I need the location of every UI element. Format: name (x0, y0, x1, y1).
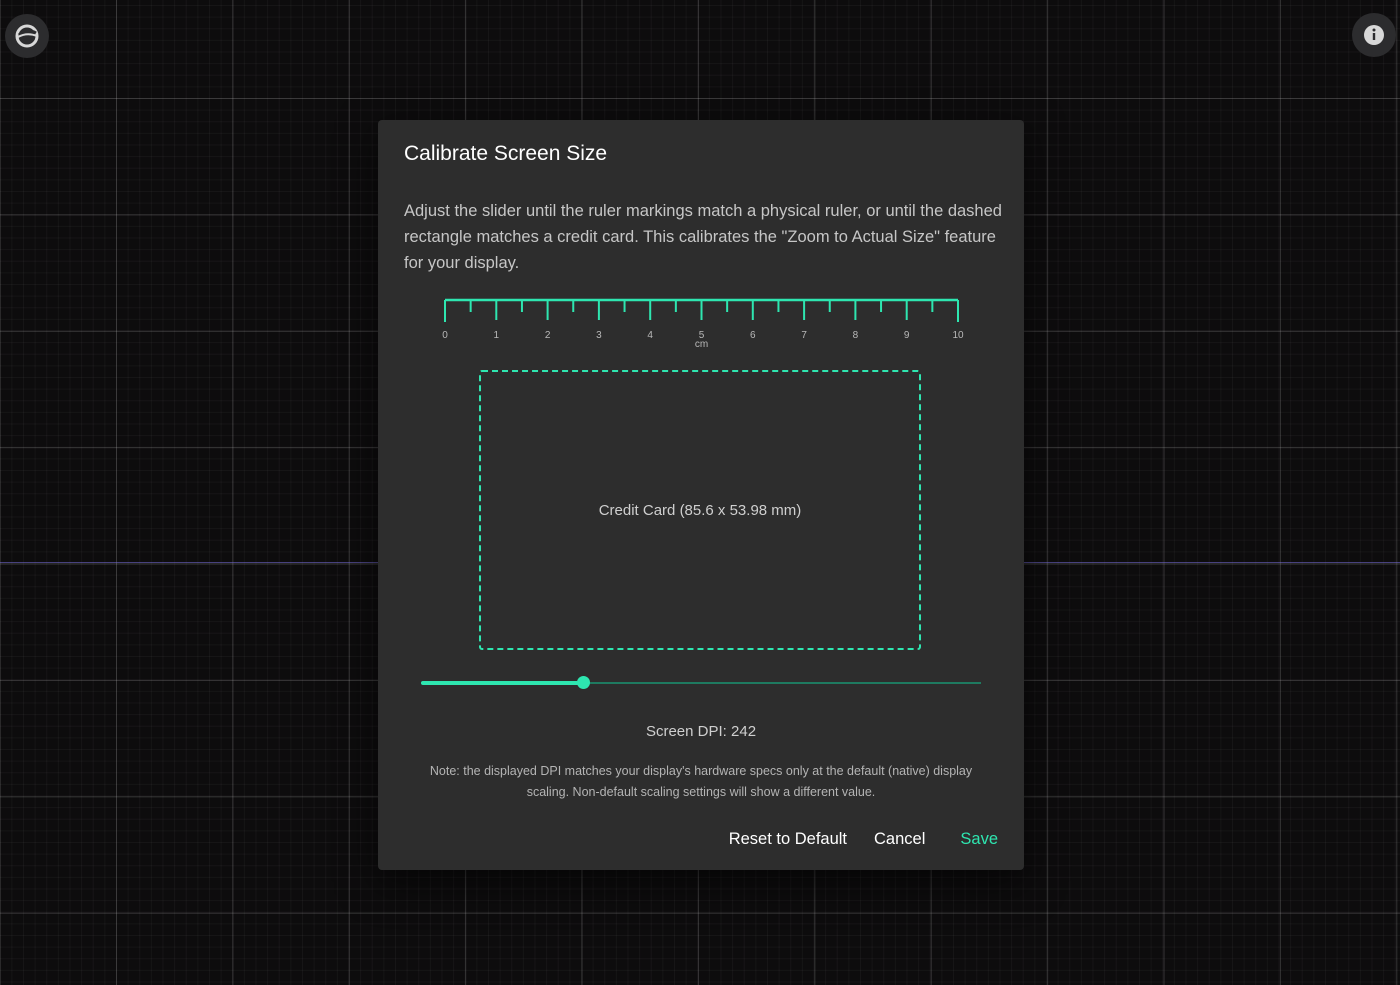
app-logo-button[interactable] (5, 14, 49, 58)
ruler-tick-label: 7 (801, 330, 807, 341)
ruler-tick-label: 6 (750, 330, 756, 341)
ruler-tick-label: 4 (647, 330, 653, 341)
ruler-tick-label: 0 (442, 330, 448, 341)
ruler-tick-label: 8 (853, 330, 859, 341)
ruler-tick-label: 9 (904, 330, 910, 341)
ruler: 0 1 2 3 4 5 6 7 8 9 10 cm (430, 295, 970, 355)
dialog-actions: Reset to Default Cancel Save (702, 830, 998, 849)
credit-card-label: Credit Card (85.6 x 53.98 mm) (598, 501, 802, 519)
dialog-title: Calibrate Screen Size (404, 142, 608, 165)
ruler-tick-label: 2 (545, 330, 551, 341)
info-button[interactable] (1352, 13, 1396, 57)
ruler-tick-label: 10 (952, 330, 964, 341)
calibrate-dialog: Calibrate Screen Size Adjust the slider … (378, 120, 1024, 870)
slider-thumb[interactable] (576, 676, 590, 689)
ruler-graphic: 0 1 2 3 4 5 6 7 8 9 10cm (442, 298, 964, 350)
dpi-note: Note: the displayed DPI matches your dis… (429, 764, 973, 799)
save-button[interactable]: Save (960, 830, 998, 849)
screen-dpi-label: Screen DPI: 242 (645, 723, 757, 740)
credit-card-outline: Credit Card (85.6 x 53.98 mm) (479, 370, 921, 650)
slider-fill (421, 681, 584, 685)
dpi-slider[interactable] (421, 672, 981, 692)
reset-to-default-button[interactable]: Reset to Default (729, 830, 847, 849)
ruler-unit-label: cm (695, 339, 708, 350)
cancel-button[interactable]: Cancel (874, 830, 925, 849)
app-logo-icon (15, 24, 39, 48)
ruler-tick-label: 1 (494, 330, 500, 341)
dialog-description: Adjust the slider until the ruler markin… (404, 202, 1002, 272)
info-icon (1364, 25, 1384, 45)
ruler-tick-label: 3 (596, 330, 602, 341)
